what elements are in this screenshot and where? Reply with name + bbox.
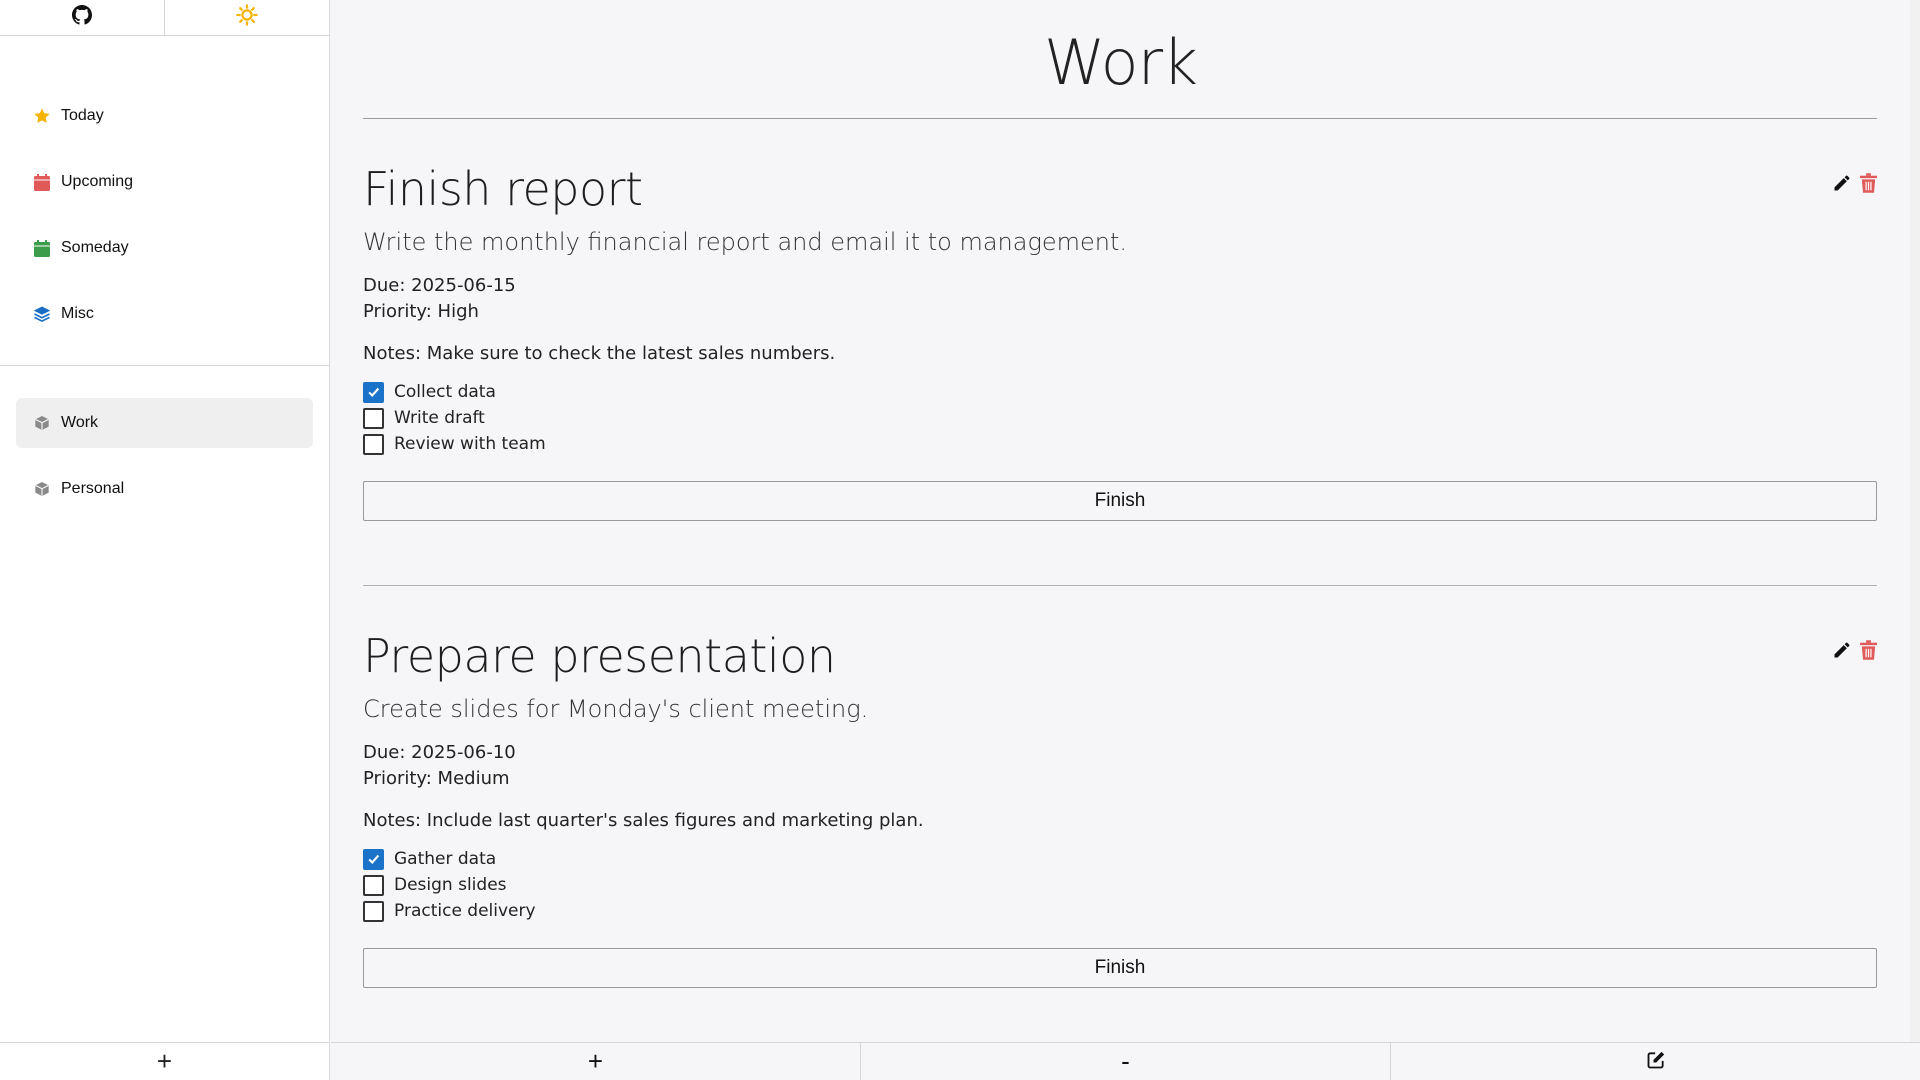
checklist-item: Collect data	[363, 379, 1877, 405]
theme-toggle-button[interactable]	[164, 0, 329, 35]
checklist-item: Design slides	[363, 872, 1877, 898]
task-checklist: Gather data Design slides Practice deliv…	[363, 846, 1877, 924]
task-due: Due: 2025-06-15	[363, 275, 516, 296]
title-divider	[363, 118, 1877, 119]
checklist-label: Practice delivery	[394, 901, 536, 921]
bottom-toolbar: + -	[331, 1042, 1920, 1080]
sidebar: Today Upcoming Someday Misc Work Persona…	[0, 0, 330, 1080]
remove-task-button[interactable]: -	[860, 1043, 1390, 1080]
edit-icon[interactable]	[1832, 640, 1852, 660]
sun-icon	[236, 4, 258, 31]
sidebar-item-label: Someday	[61, 239, 129, 256]
checklist-item: Gather data	[363, 846, 1877, 872]
checkbox[interactable]	[363, 381, 384, 403]
task-divider	[363, 585, 1877, 586]
box-icon	[33, 480, 51, 498]
task-description: Write the monthly financial report and e…	[363, 228, 1128, 256]
sidebar-nav: Today Upcoming Someday Misc	[0, 36, 329, 339]
checklist-label: Collect data	[394, 382, 496, 402]
layers-icon	[33, 305, 51, 323]
sidebar-item-upcoming[interactable]: Upcoming	[16, 157, 313, 207]
main-content: Work Finish report Write the monthly fin…	[331, 0, 1920, 1042]
checkbox[interactable]	[363, 900, 384, 922]
finish-button[interactable]: Finish	[363, 481, 1877, 521]
github-button[interactable]	[0, 0, 164, 35]
github-icon	[72, 5, 92, 30]
task-notes: Notes: Include last quarter's sales figu…	[363, 810, 924, 831]
checkbox[interactable]	[363, 407, 384, 429]
trash-icon[interactable]	[1860, 173, 1877, 193]
task-title: Prepare presentation	[363, 629, 836, 683]
task-actions	[1832, 640, 1877, 660]
checklist-item: Write draft	[363, 405, 1877, 431]
checkbox[interactable]	[363, 433, 384, 455]
task-meta: Due: 2025-06-10 Priority: Medium	[363, 740, 1877, 792]
sidebar-item-misc[interactable]: Misc	[16, 289, 313, 339]
task-title: Finish report	[363, 162, 643, 216]
sidebar-item-today[interactable]: Today	[16, 91, 313, 141]
page-title: Work	[1044, 26, 1198, 99]
calendar-icon	[33, 173, 51, 191]
edit-project-button[interactable]	[1390, 1043, 1920, 1080]
add-project-button[interactable]: +	[0, 1042, 329, 1080]
task-meta: Due: 2025-06-15 Priority: High	[363, 273, 1877, 325]
task-notes: Notes: Make sure to check the latest sal…	[363, 343, 836, 364]
checklist-label: Gather data	[394, 849, 497, 869]
task-checklist: Collect data Write draft Review with tea…	[363, 379, 1877, 457]
task-priority: Priority: High	[363, 301, 479, 322]
task-description: Create slides for Monday's client meetin…	[363, 695, 869, 723]
sidebar-top-bar	[0, 0, 329, 36]
sidebar-item-label: Work	[61, 414, 99, 431]
checklist-label: Design slides	[394, 875, 507, 895]
sidebar-item-personal[interactable]: Personal	[16, 464, 313, 514]
checkbox[interactable]	[363, 848, 384, 870]
box-icon	[33, 414, 51, 432]
trash-icon[interactable]	[1860, 640, 1877, 660]
sidebar-item-someday[interactable]: Someday	[16, 223, 313, 273]
checklist-item: Review with team	[363, 431, 1877, 457]
calendar-icon	[33, 239, 51, 257]
checklist-item: Practice delivery	[363, 898, 1877, 924]
edit-icon[interactable]	[1832, 173, 1852, 193]
task-due: Due: 2025-06-10	[363, 742, 516, 763]
checklist-label: Review with team	[394, 434, 546, 454]
sidebar-item-label: Upcoming	[61, 173, 134, 190]
sidebar-divider	[0, 365, 329, 366]
checkbox[interactable]	[363, 874, 384, 896]
task-card: Finish report Write the monthly financia…	[363, 161, 1877, 521]
task-priority: Priority: Medium	[363, 768, 510, 789]
add-task-button[interactable]: +	[331, 1043, 860, 1080]
scrollbar[interactable]	[1910, 0, 1920, 1042]
star-icon	[33, 107, 51, 125]
sidebar-item-label: Personal	[61, 480, 125, 497]
sidebar-item-label: Misc	[61, 305, 94, 322]
checklist-label: Write draft	[394, 408, 485, 428]
sidebar-projects: Work Personal	[0, 398, 329, 514]
sidebar-item-label: Today	[61, 107, 104, 124]
task-actions	[1832, 173, 1877, 193]
task-card: Prepare presentation Create slides for M…	[363, 628, 1877, 988]
sidebar-item-work[interactable]: Work	[16, 398, 313, 448]
finish-button[interactable]: Finish	[363, 948, 1877, 988]
edit-icon	[1646, 1046, 1666, 1077]
